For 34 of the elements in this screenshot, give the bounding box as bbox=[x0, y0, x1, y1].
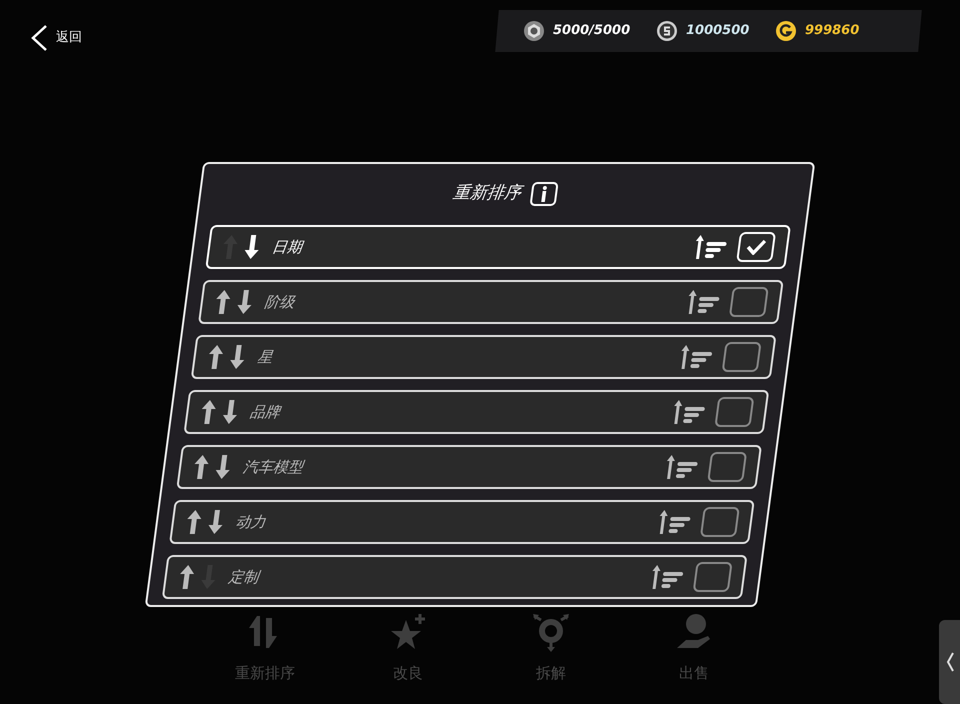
checkbox[interactable] bbox=[728, 287, 769, 317]
info-button[interactable] bbox=[530, 182, 559, 206]
checkbox[interactable] bbox=[700, 507, 740, 537]
info-icon bbox=[540, 186, 548, 202]
sort-option-row[interactable]: 日期 bbox=[205, 225, 791, 269]
sort-option-label: 星 bbox=[256, 346, 274, 368]
sort-option-row[interactable]: 动力 bbox=[169, 500, 755, 544]
check-icon bbox=[745, 239, 768, 255]
back-chevron-icon bbox=[30, 24, 48, 52]
sort-option-row[interactable]: 阶级 bbox=[198, 280, 784, 324]
back-button[interactable]: 返回 bbox=[26, 20, 86, 56]
sort-option-label: 日期 bbox=[270, 236, 304, 258]
g-coin-icon bbox=[776, 20, 798, 42]
checkbox[interactable] bbox=[692, 562, 733, 592]
currency-amount: 5000/5000 bbox=[553, 22, 630, 40]
currency-amount: 999860 bbox=[806, 22, 860, 40]
sort-option-row[interactable]: 汽车模型 bbox=[176, 445, 762, 489]
sort-option-label: 汽车模型 bbox=[242, 456, 305, 478]
checkbox[interactable] bbox=[714, 397, 754, 427]
checkbox[interactable] bbox=[722, 342, 762, 372]
sort-option-row[interactable]: 星 bbox=[190, 335, 777, 379]
dialog-title: 重新排序 bbox=[451, 182, 523, 206]
nut-icon bbox=[523, 20, 546, 42]
s-coin-icon bbox=[656, 20, 678, 42]
checkbox[interactable] bbox=[707, 452, 748, 482]
currency-amount: 1000500 bbox=[686, 22, 750, 40]
sort-option-label: 品牌 bbox=[248, 402, 282, 423]
sort-option-label: 动力 bbox=[234, 512, 268, 533]
side-panel-tab[interactable] bbox=[939, 620, 960, 704]
sort-option-row[interactable]: 品牌 bbox=[183, 390, 770, 434]
sort-option-row[interactable]: 定制 bbox=[162, 555, 748, 599]
sort-option-label: 阶级 bbox=[263, 292, 296, 313]
chevron-left-icon bbox=[946, 652, 954, 672]
sort-option-label: 定制 bbox=[227, 566, 260, 588]
